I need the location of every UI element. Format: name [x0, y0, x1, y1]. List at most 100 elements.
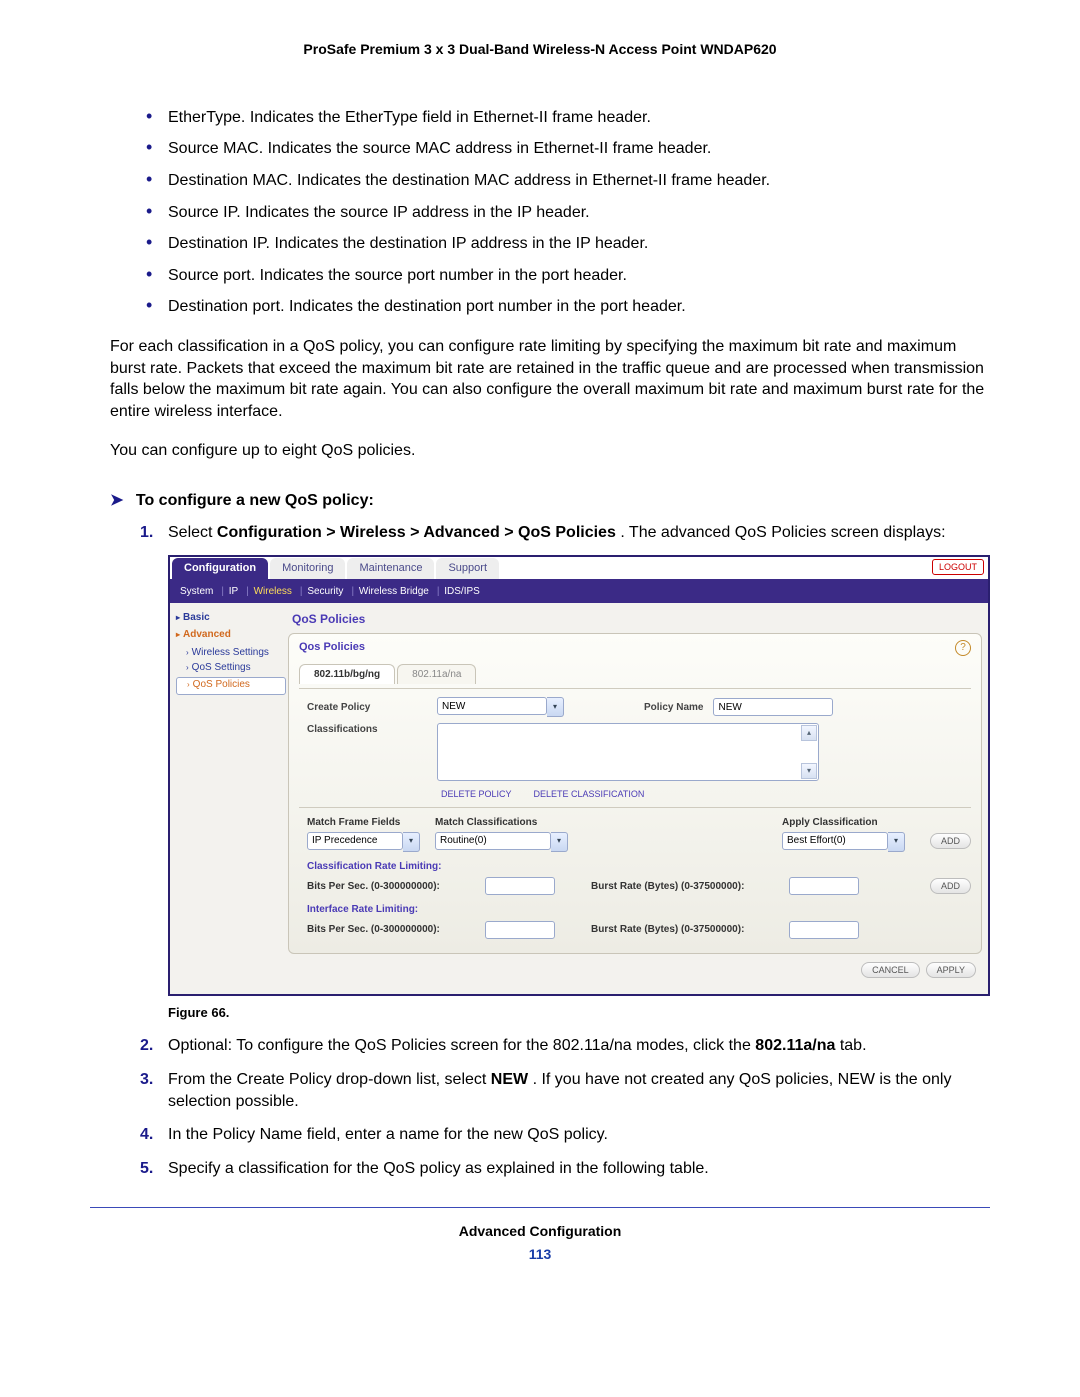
caret-icon: › — [186, 663, 189, 672]
sub-nav: System | IP | Wireless | Security | Wireless… — [170, 581, 988, 603]
caret-icon: › — [187, 680, 190, 689]
panel-title: QoS Policies — [292, 611, 982, 627]
bullet-item: Destination IP. Indicates the destinatio… — [140, 233, 990, 255]
subnav-item[interactable]: IDS/IPS — [444, 586, 480, 597]
caret-icon: › — [186, 648, 189, 657]
qos-panel: Qos Policies ? 802.11b/bg/ng 802.11a/na … — [288, 633, 982, 954]
body-paragraph: For each classification in a QoS policy,… — [110, 336, 990, 422]
procedure-heading: ➤ To configure a new QoS policy: — [110, 490, 990, 512]
tab-monitoring[interactable]: Monitoring — [270, 558, 345, 579]
bullet-item: Source IP. Indicates the source IP addre… — [140, 202, 990, 224]
step-text: Select — [168, 524, 217, 541]
classifications-list[interactable]: ▴ ▾ — [437, 723, 819, 781]
policy-name-input[interactable] — [713, 698, 833, 716]
bullet-item: Destination port. Indicates the destinat… — [140, 296, 990, 318]
apply-classification-input[interactable] — [782, 832, 888, 850]
step-text: tab. — [840, 1037, 867, 1054]
iface-burst-input[interactable] — [789, 921, 859, 939]
scroll-up-icon[interactable]: ▴ — [801, 725, 817, 741]
subnav-item[interactable]: Security — [307, 586, 343, 597]
label-bits-per-sec: Bits Per Sec. (0-300000000): — [307, 880, 477, 894]
dropdown-icon[interactable]: ▾ — [547, 697, 564, 717]
step-text: . The advanced QoS Policies screen displ… — [620, 524, 945, 541]
add-rate-button[interactable]: ADD — [930, 878, 971, 894]
left-nav: ▸Basic ▸Advanced ›Wireless Settings ›QoS… — [170, 603, 288, 994]
apply-button[interactable]: APPLY — [926, 962, 976, 978]
tab-maintenance[interactable]: Maintenance — [347, 558, 434, 579]
bullet-item: EtherType. Indicates the EtherType field… — [140, 107, 990, 129]
match-classifications-select[interactable]: ▾ — [435, 832, 585, 852]
step-1: Select Configuration > Wireless > Advanc… — [140, 522, 990, 1022]
tab-support[interactable]: Support — [436, 558, 499, 579]
leftnav-label: Wireless Settings — [192, 647, 269, 658]
step-bold: 802.11a/na — [755, 1037, 835, 1054]
arrow-icon: ➤ — [110, 492, 123, 509]
modetab-label: 802.11b/bg/ng — [314, 669, 380, 680]
create-policy-input[interactable] — [437, 697, 547, 715]
subnav-item[interactable]: Wireless Bridge — [359, 586, 429, 597]
leftnav-advanced[interactable]: ▸Advanced — [176, 628, 282, 642]
procedure-steps: Select Configuration > Wireless > Advanc… — [140, 522, 990, 1180]
doc-title: ProSafe Premium 3 x 3 Dual-Band Wireless… — [90, 40, 990, 59]
subnav-item-active[interactable]: Wireless — [254, 586, 292, 597]
modetab-label: 802.11a/na — [412, 669, 461, 680]
subnav-sep: | — [351, 586, 354, 597]
subnav-item[interactable]: System — [180, 586, 213, 597]
step-bold: NEW — [491, 1071, 528, 1088]
body-paragraph: You can configure up to eight QoS polici… — [110, 440, 990, 462]
leftnav-item[interactable]: ›QoS Settings — [176, 661, 282, 675]
label-burst-rate: Burst Rate (Bytes) (0-37500000): — [591, 880, 781, 894]
leftnav-label: QoS Settings — [192, 662, 251, 673]
subnav-sep: | — [437, 586, 440, 597]
label-policy-name: Policy Name — [644, 701, 703, 715]
subnav-sep: | — [246, 586, 249, 597]
iface-bits-input[interactable] — [485, 921, 555, 939]
leftnav-item-selected[interactable]: ›QoS Policies — [176, 677, 286, 695]
bullet-item: Source port. Indicates the source port n… — [140, 265, 990, 287]
subnav-sep: | — [221, 586, 224, 597]
bullet-item: Destination MAC. Indicates the destinati… — [140, 170, 990, 192]
section-class-rate-limiting: Classification Rate Limiting: — [307, 860, 971, 874]
page-number: 113 — [90, 1245, 990, 1264]
step-4: In the Policy Name field, enter a name f… — [140, 1124, 990, 1146]
leftnav-label: QoS Policies — [193, 679, 250, 690]
footer-section: Advanced Configuration — [90, 1222, 990, 1241]
add-classification-button[interactable]: ADD — [930, 833, 971, 849]
help-icon[interactable]: ? — [955, 640, 971, 656]
logout-button[interactable]: LOGOUT — [932, 559, 984, 575]
class-bits-input[interactable] — [485, 877, 555, 895]
subnav-sep: | — [300, 586, 303, 597]
match-frame-fields-select[interactable]: ▾ — [307, 832, 427, 852]
procedure-heading-text: To configure a new QoS policy: — [136, 492, 374, 509]
page-footer: Advanced Configuration 113 — [90, 1207, 990, 1264]
scroll-down-icon[interactable]: ▾ — [801, 763, 817, 779]
delete-classification-button[interactable]: DELETE CLASSIFICATION — [528, 787, 651, 801]
cancel-button[interactable]: CANCEL — [861, 962, 920, 978]
subnav-item[interactable]: IP — [229, 586, 238, 597]
label-match-frame-fields: Match Frame Fields — [307, 816, 427, 830]
tab-configuration[interactable]: Configuration — [172, 558, 268, 579]
dropdown-icon[interactable]: ▾ — [403, 832, 420, 852]
match-classifications-input[interactable] — [435, 832, 551, 850]
delete-policy-button[interactable]: DELETE POLICY — [435, 787, 518, 801]
leftnav-label: Basic — [183, 612, 210, 623]
leftnav-basic[interactable]: ▸Basic — [176, 611, 282, 625]
modetab-bgng[interactable]: 802.11b/bg/ng — [299, 664, 395, 685]
modetab-ana[interactable]: 802.11a/na — [397, 664, 476, 685]
main-area: QoS Policies Qos Policies ? 802.11b/bg/n… — [288, 603, 988, 994]
label-classifications: Classifications — [307, 723, 427, 737]
step-text: From the Create Policy drop-down list, s… — [168, 1071, 491, 1088]
dropdown-icon[interactable]: ▾ — [888, 832, 905, 852]
class-burst-input[interactable] — [789, 877, 859, 895]
label-match-classifications: Match Classifications — [435, 816, 585, 830]
apply-classification-select[interactable]: ▾ — [782, 832, 922, 852]
dropdown-icon[interactable]: ▾ — [551, 832, 568, 852]
leftnav-item[interactable]: ›Wireless Settings — [176, 646, 282, 660]
label-apply-classification: Apply Classification — [782, 816, 922, 830]
top-tabbar: Configuration Monitoring Maintenance Sup… — [170, 557, 988, 581]
bullet-item: Source MAC. Indicates the source MAC add… — [140, 138, 990, 160]
create-policy-select[interactable]: ▾ — [437, 697, 564, 717]
section-interface-rate-limiting: Interface Rate Limiting: — [307, 903, 971, 917]
match-frame-fields-input[interactable] — [307, 832, 403, 850]
subpanel-title: Qos Policies — [299, 640, 365, 655]
